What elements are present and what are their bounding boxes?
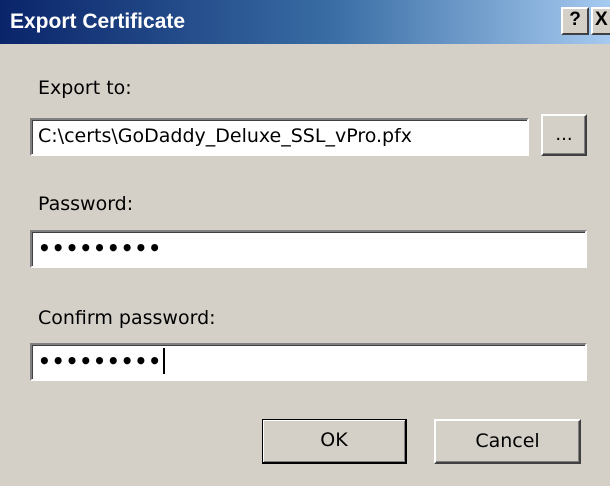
export-certificate-dialog: Export Certificate ? X Export to: C:\cer… <box>0 0 610 486</box>
confirm-password-field[interactable]: ••••••••• <box>30 343 587 381</box>
confirm-password-label: Confirm password: <box>38 307 216 329</box>
text-caret <box>163 347 166 374</box>
export-path-input[interactable]: C:\certs\GoDaddy_Deluxe_SSL_vPro.pfx <box>30 118 529 156</box>
cancel-button[interactable]: Cancel <box>434 419 581 464</box>
export-path-value: C:\certs\GoDaddy_Deluxe_SSL_vPro.pfx <box>38 125 413 147</box>
close-button[interactable]: X <box>591 7 610 35</box>
password-label: Password: <box>38 193 134 215</box>
ok-button[interactable]: OK <box>262 419 407 464</box>
password-field[interactable]: ••••••••• <box>30 230 587 268</box>
window-title: Export Certificate <box>10 10 186 33</box>
help-button[interactable]: ? <box>561 7 589 35</box>
browse-button[interactable]: ... <box>541 114 587 156</box>
password-value: ••••••••• <box>38 236 163 260</box>
title-bar[interactable]: Export Certificate ? X <box>0 0 610 44</box>
confirm-password-value: ••••••••• <box>38 349 163 373</box>
export-to-label: Export to: <box>38 77 132 99</box>
